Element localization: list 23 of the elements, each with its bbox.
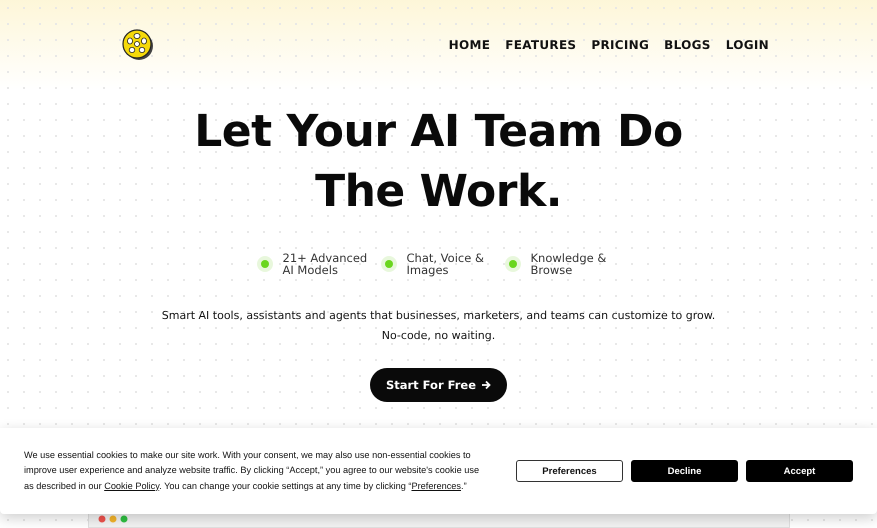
cookie-notice: We use essential cookies to make our site work. With your consent, we may also use non-essential cookies to improve user experience and analyze website traffic. By clicking “Accept,” you agree to our website's cookie use as described in our Cookie Policy. You can change your cookie settings at any time by clicking “Preferences.” xyxy=(24,448,480,493)
logo-icon[interactable] xyxy=(122,29,154,61)
policy-link[interactable]: Preferences xyxy=(411,480,462,491)
hero-title: Let Your AI Team Do The Work. xyxy=(193,105,684,219)
feature-label: Knowledge & Browse xyxy=(530,252,608,276)
nav-link[interactable]: PRICING xyxy=(591,38,650,52)
policy-link[interactable]: Cookie Policy xyxy=(104,480,160,491)
bullet-icon xyxy=(260,260,268,268)
bullet-icon xyxy=(384,260,392,268)
feature-label: 21+ Advanced AI Models xyxy=(282,252,368,276)
nav-link[interactable]: BLOGS xyxy=(664,38,711,52)
feature-label: Chat, Voice & Images xyxy=(406,252,485,276)
start-button[interactable]: Start For Free xyxy=(370,368,508,402)
bullet-icon xyxy=(508,260,516,268)
arrow-icon xyxy=(481,380,492,390)
nav-link[interactable]: LOGIN xyxy=(726,38,769,52)
nav-link[interactable]: FEATURES xyxy=(505,38,576,52)
hero-description: Smart AI tools, assistants and agents that businesses, marketers, and teams can customize to grow. No-code, no waiting. xyxy=(160,308,716,344)
cookie-button[interactable]: Preferences xyxy=(516,460,623,482)
nav-link[interactable]: HOME xyxy=(448,38,490,52)
cookie-button[interactable]: Accept xyxy=(746,460,853,482)
window-controls-icon xyxy=(98,515,130,523)
cookie-button[interactable]: Decline xyxy=(631,460,738,482)
